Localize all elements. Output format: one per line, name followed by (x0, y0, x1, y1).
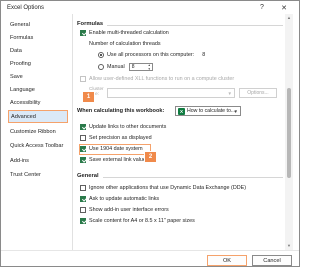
use-all-processors-radio[interactable] (98, 52, 104, 58)
callout-badge-2: 2 (144, 151, 157, 163)
scroll-up-icon[interactable]: ▲ (286, 15, 292, 21)
precision-option[interactable]: Set precision as displayed (80, 135, 152, 141)
close-button[interactable]: ✕ (273, 1, 295, 14)
question-mark-icon: ? (260, 4, 264, 11)
scroll-down-icon[interactable]: ▼ (286, 243, 292, 249)
multithread-checkbox[interactable] (80, 30, 86, 36)
sidebar-item-formulas[interactable]: Formulas (8, 32, 68, 44)
ignore-dde-option[interactable]: Ignore other applications that use Dynam… (80, 185, 246, 191)
cluster-type-dropdown[interactable]: ▼ (107, 88, 235, 98)
date-1904-checkbox[interactable] (80, 146, 86, 152)
sidebar-item-add-ins[interactable]: Add-ins (8, 155, 68, 167)
close-icon: ✕ (281, 4, 287, 12)
sidebar-item-save[interactable]: Save (8, 71, 68, 83)
processor-count: 8 (202, 52, 206, 58)
save-links-option[interactable]: Save external link values (80, 157, 149, 163)
scale-content-checkbox[interactable] (80, 218, 86, 224)
sidebar-nav: General Formulas Data Proofing Save Lang… (1, 14, 73, 260)
section-heading-workbook: When calculating this workbook: (77, 108, 165, 114)
dialog-footer: OK Cancel (1, 250, 299, 266)
scrollbar-thumb[interactable] (287, 88, 291, 178)
sidebar-item-data[interactable]: Data (8, 45, 68, 57)
manual-threads-stepper[interactable]: 8 ▲ ▼ (128, 63, 153, 71)
sidebar-item-accessibility[interactable]: Accessibility (8, 97, 68, 109)
allow-udf-option[interactable]: Allow user-defined XLL functions to run … (80, 76, 234, 82)
ignore-dde-checkbox[interactable] (80, 185, 86, 191)
section-divider (103, 177, 283, 178)
sidebar-item-general[interactable]: General (8, 19, 68, 31)
section-heading-formulas: Formulas (77, 21, 104, 27)
chevron-down-icon: ▼ (227, 90, 232, 96)
callout-badge-1: 1 (82, 91, 95, 103)
content-scrollbar[interactable]: ▲ ▼ (285, 14, 293, 250)
scale-content-option[interactable]: Scale content for A4 or 8.5 x 11" paper … (80, 218, 195, 224)
help-button[interactable]: ? (251, 1, 273, 14)
ask-update-links-checkbox[interactable] (80, 196, 86, 202)
advanced-options-panel: Formulas Enable multi-threaded calculati… (77, 14, 285, 250)
sidebar-item-quick-access-toolbar[interactable]: Quick Access Toolbar (8, 140, 68, 152)
precision-checkbox[interactable] (80, 135, 86, 141)
save-links-checkbox[interactable] (80, 157, 86, 163)
use-all-processors-option[interactable]: Use all processors on this computer: 8 (98, 52, 205, 58)
ask-update-links-option[interactable]: Ask to update automatic links (80, 196, 159, 202)
show-addin-errors-checkbox[interactable] (80, 207, 86, 213)
multithread-option[interactable]: Enable multi-threaded calculation (80, 30, 169, 36)
excel-workbook-icon: X (178, 107, 185, 115)
date-1904-option[interactable]: Use 1904 date system (80, 146, 143, 152)
allow-udf-checkbox[interactable] (80, 76, 86, 82)
ok-button[interactable]: OK (207, 255, 247, 266)
section-heading-general: General (77, 173, 99, 179)
dialog-title: Excel Options (7, 4, 45, 11)
threads-label: Number of calculation threads (89, 41, 161, 47)
title-bar: Excel Options ? ✕ (1, 1, 299, 14)
excel-options-dialog: Excel Options ? ✕ General Formulas Data … (0, 0, 300, 267)
sidebar-item-proofing[interactable]: Proofing (8, 58, 68, 70)
update-links-checkbox[interactable] (80, 124, 86, 130)
section-divider (107, 25, 283, 26)
stepper-arrows-icon[interactable]: ▲ ▼ (148, 63, 151, 71)
sidebar-item-language[interactable]: Language (8, 84, 68, 96)
show-addin-errors-option[interactable]: Show add-in user interface errors (80, 207, 169, 213)
manual-threads-radio[interactable] (98, 64, 104, 70)
sidebar-item-advanced[interactable]: Advanced (8, 110, 68, 123)
update-links-option[interactable]: Update links to other documents (80, 124, 166, 130)
manual-threads-option[interactable]: Manual 8 ▲ ▼ (98, 63, 153, 71)
sidebar-item-customize-ribbon[interactable]: Customize Ribbon (8, 126, 68, 138)
cancel-button[interactable]: Cancel (252, 255, 292, 266)
chevron-down-icon: ▼ (233, 108, 238, 114)
cluster-options-button[interactable]: Options... (239, 88, 277, 98)
workbook-selector-dropdown[interactable]: X How to calculate to... ▼ (175, 106, 241, 116)
sidebar-item-trust-center[interactable]: Trust Center (8, 169, 68, 181)
